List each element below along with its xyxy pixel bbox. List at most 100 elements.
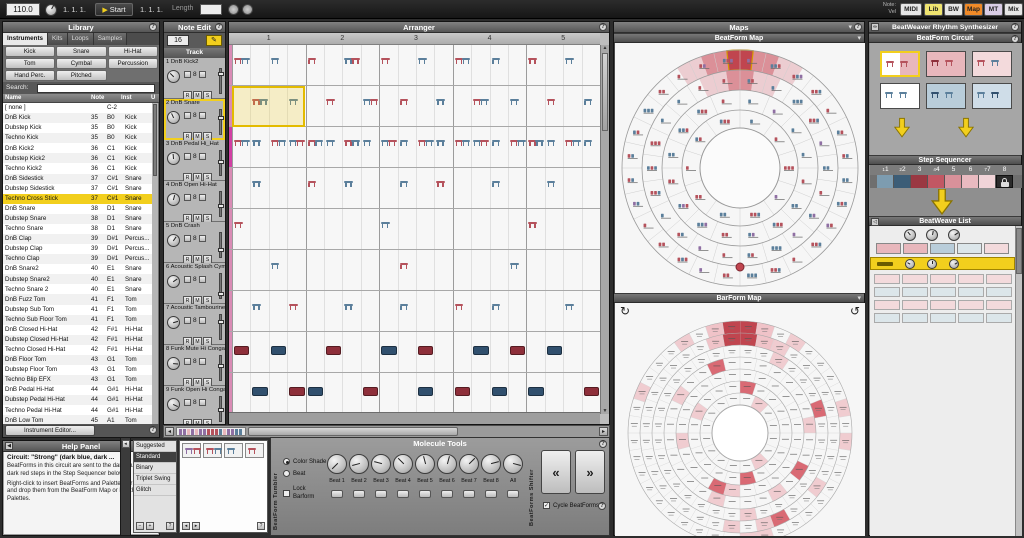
library-row[interactable]: Dubstep Kick236C1Kick <box>3 153 154 163</box>
beat-radio[interactable] <box>283 470 290 477</box>
category-item-standard[interactable]: Standard <box>134 452 176 463</box>
track-right-button[interactable] <box>199 235 206 242</box>
weave-cell[interactable] <box>874 287 900 297</box>
arranger-cell[interactable] <box>306 332 324 372</box>
arranger-cell[interactable] <box>306 291 324 331</box>
arranger-cell[interactable] <box>434 209 452 249</box>
arranger-row[interactable] <box>229 209 600 250</box>
track-knob[interactable] <box>167 111 180 124</box>
track-entry[interactable]: 4 DnB Open Hi-Hat8RMS <box>164 181 225 222</box>
color-shade-radio[interactable] <box>283 458 290 465</box>
track-entry[interactable]: 6 Acoustic Splash Cymt8RMS <box>164 263 225 304</box>
library-row[interactable]: Dubstep Sub Tom41F1Tom <box>3 305 154 315</box>
arranger-cell[interactable] <box>526 209 544 249</box>
track-fader[interactable] <box>219 355 222 381</box>
track-fader[interactable] <box>219 68 222 94</box>
track-knob[interactable] <box>167 316 180 329</box>
knob-preset-button[interactable] <box>353 490 365 498</box>
step-sequencer-bar[interactable] <box>870 175 1022 188</box>
arranger-cell[interactable] <box>434 250 452 290</box>
knob-preset-button[interactable] <box>463 490 475 498</box>
scroll-left-icon[interactable]: ◂ <box>165 427 174 436</box>
track-knob[interactable] <box>167 152 180 165</box>
arranger-cell[interactable] <box>453 127 471 167</box>
track-fader[interactable] <box>219 314 222 340</box>
collapse-left-icon[interactable]: ◀ <box>5 442 13 450</box>
tab-kits[interactable]: Kits <box>48 33 68 45</box>
arranger-cell[interactable] <box>545 291 563 331</box>
category-button-percussion[interactable]: Percussion <box>108 58 159 69</box>
arranger-cell[interactable] <box>563 291 581 331</box>
circuit-cell[interactable] <box>926 51 966 77</box>
view-button-bw[interactable]: BW <box>944 3 963 16</box>
arranger-cell[interactable] <box>342 168 360 208</box>
arranger-cell[interactable] <box>232 209 250 249</box>
arranger-cell[interactable] <box>269 250 287 290</box>
instrument-editor-button[interactable]: Instrument Editor... <box>5 425 95 436</box>
library-row[interactable]: Dubstep Pedal Hi-Hat44G#1Hi-Hat <box>3 395 154 405</box>
tab-instruments[interactable]: Instruments <box>3 33 48 45</box>
arranger-cell[interactable] <box>490 291 508 331</box>
weave-cell[interactable] <box>930 313 956 323</box>
arranger-cell[interactable] <box>361 373 379 413</box>
library-row[interactable]: Techno Snare38D1Snare <box>3 224 154 234</box>
weave-cell[interactable] <box>903 243 928 254</box>
weave-scroll-thumb[interactable] <box>1016 228 1022 274</box>
tool-knob[interactable] <box>393 454 413 474</box>
arranger-cell[interactable] <box>287 291 305 331</box>
search-input[interactable] <box>37 84 155 93</box>
knob-preset-button[interactable] <box>507 490 519 498</box>
arranger-cell[interactable] <box>526 45 544 85</box>
library-row[interactable]: DnB Pedal Hi-Hat44G#1Hi-Hat <box>3 385 154 395</box>
plus-button[interactable]: + <box>146 522 154 530</box>
weave-cell[interactable] <box>902 300 928 310</box>
arranger-cell[interactable] <box>582 45 600 85</box>
scroll-down-icon[interactable]: ▼ <box>601 408 609 414</box>
weave-selected-row[interactable] <box>870 257 1015 270</box>
track-entry[interactable]: 2 DnB Snare8RMS <box>164 99 225 140</box>
library-row[interactable]: DnB Snare240E1Snare <box>3 264 154 274</box>
category-button-hi-hat[interactable]: Hi-Hat <box>108 46 159 57</box>
arranger-cell[interactable] <box>342 332 360 372</box>
weave-cell[interactable] <box>930 243 955 254</box>
arranger-cell[interactable] <box>361 209 379 249</box>
arranger-cell[interactable] <box>361 127 379 167</box>
track-right-button[interactable] <box>199 399 206 406</box>
arranger-cell[interactable] <box>250 168 268 208</box>
track-right-button[interactable] <box>199 276 206 283</box>
weave-knob[interactable] <box>949 259 959 269</box>
arranger-cell[interactable] <box>342 127 360 167</box>
scroll-up-icon[interactable]: ▲ <box>601 45 609 51</box>
arranger-cell[interactable] <box>416 45 434 85</box>
arranger-cell[interactable] <box>287 127 305 167</box>
arranger-cell[interactable] <box>398 168 416 208</box>
track-knob[interactable] <box>167 234 180 247</box>
arranger-cell[interactable] <box>453 209 471 249</box>
beatform-preview-cell[interactable] <box>224 443 243 458</box>
step-segment[interactable] <box>979 175 996 188</box>
arranger-cell[interactable] <box>324 250 342 290</box>
arranger-cell[interactable] <box>453 332 471 372</box>
weave-cell[interactable] <box>902 313 928 323</box>
track-left-button[interactable] <box>184 358 191 365</box>
track-knob[interactable] <box>167 275 180 288</box>
arranger-cell[interactable] <box>324 127 342 167</box>
arranger-cell[interactable] <box>287 332 305 372</box>
grid-size-select[interactable]: 16 <box>167 35 189 46</box>
record-icon[interactable] <box>242 4 253 15</box>
arranger-cell[interactable] <box>379 86 397 126</box>
arranger-cell[interactable] <box>471 332 489 372</box>
weave-cell[interactable] <box>986 274 1012 284</box>
help-icon[interactable]: ? <box>215 23 223 31</box>
weave-knob[interactable] <box>927 259 937 269</box>
arranger-cell[interactable] <box>398 332 416 372</box>
track-knob[interactable] <box>167 398 180 411</box>
scroll-left-icon[interactable]: ◂ <box>182 522 190 530</box>
library-row[interactable]: DnB Kick35B0Kick <box>3 113 154 123</box>
arranger-cell[interactable] <box>306 86 324 126</box>
arranger-cell[interactable] <box>361 45 379 85</box>
library-row[interactable]: Techno Snare 240E1Snare <box>3 284 154 294</box>
arranger-cell[interactable] <box>379 209 397 249</box>
track-fader[interactable] <box>219 273 222 299</box>
arranger-cell[interactable] <box>545 168 563 208</box>
